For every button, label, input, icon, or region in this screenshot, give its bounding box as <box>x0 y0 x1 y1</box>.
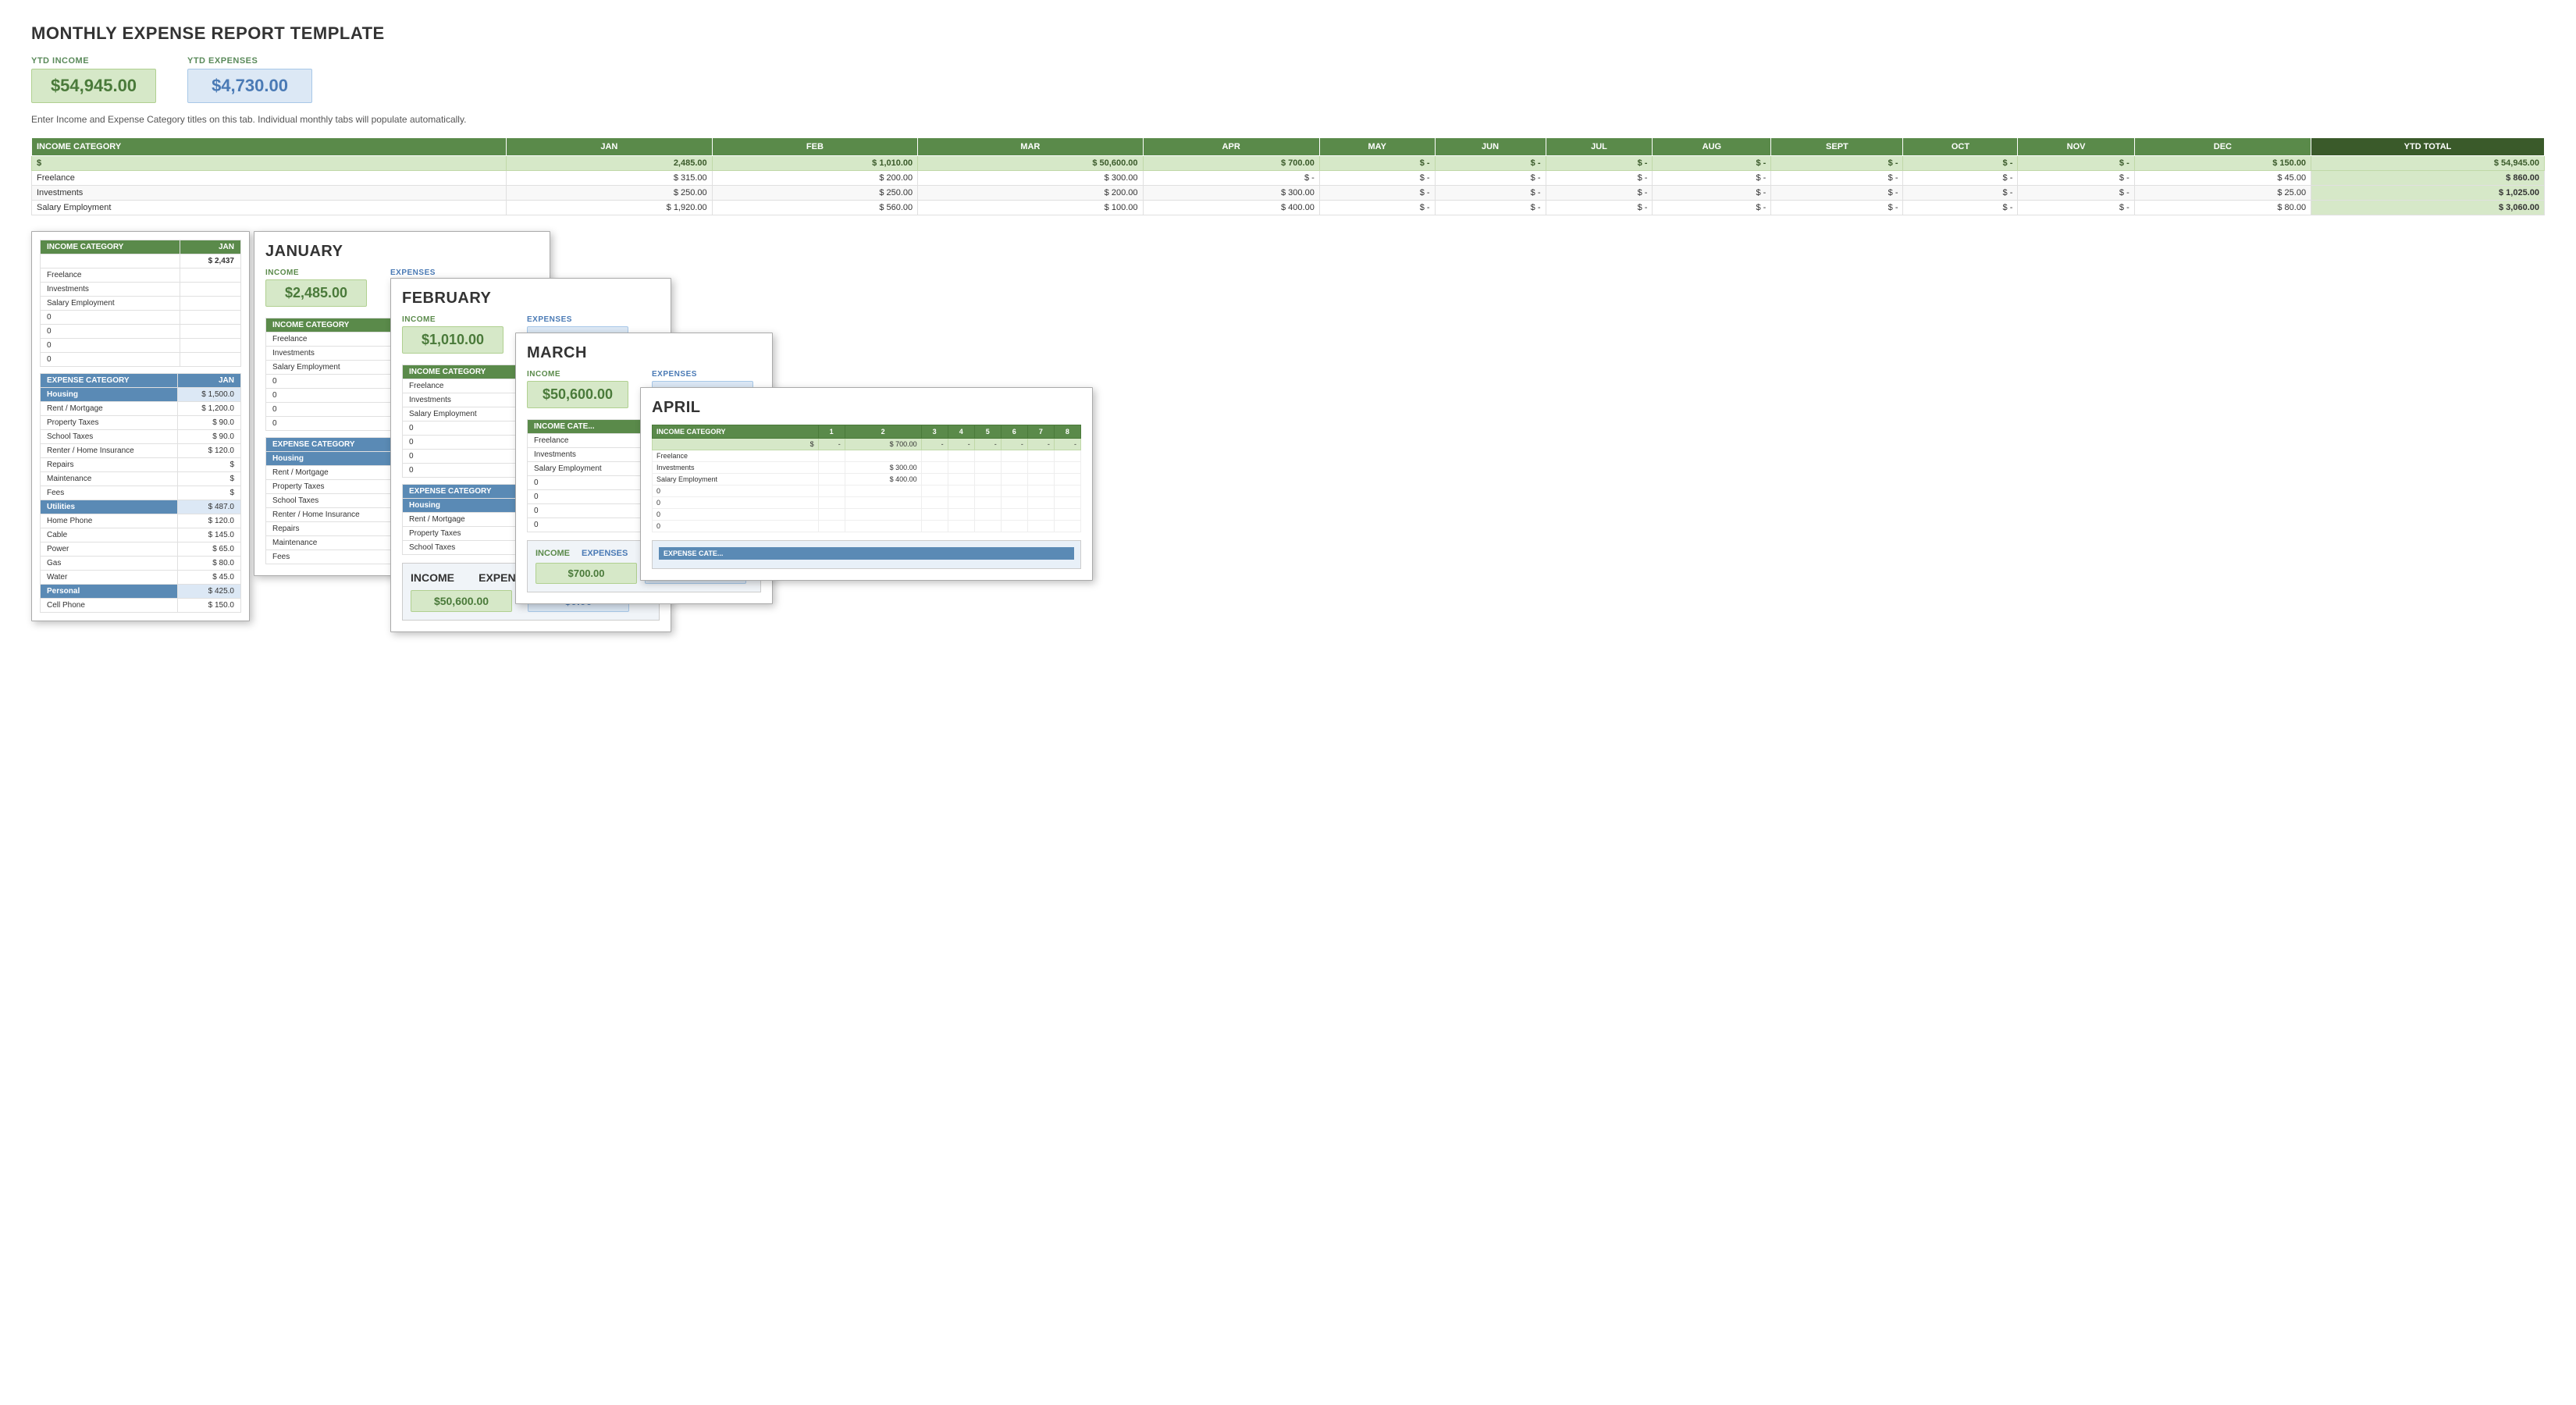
april-income-table: INCOME CATEGORY 1 2 3 4 5 6 7 8 <box>652 425 1081 532</box>
table-row: Investments $ 300.00 <box>653 462 1081 474</box>
left-expense-cat-header: EXPENSE CATEGORY <box>41 374 178 388</box>
income-header-row: INCOME CATEGORY JAN FEB MAR APR MAY JUN … <box>32 138 2545 156</box>
table-row: Investments $ 250.00 $ 250.00 $ 200.00 $… <box>32 186 2545 201</box>
ytd-total-header: YTD TOTAL <box>2311 138 2545 156</box>
april-summary: INCOME CATEGORY 1 2 3 4 5 6 7 8 <box>652 425 1081 532</box>
feb-inner-income-value: $50,600.00 <box>411 590 512 612</box>
ytd-row: YTD INCOME $54,945.00 YTD EXPENSES $4,73… <box>31 56 2545 103</box>
aug-header: AUG <box>1653 138 1771 156</box>
ytd-income-value: $54,945.00 <box>31 69 156 103</box>
table-row: 0 <box>653 497 1081 509</box>
table-row: Salary Employment $ 1,920.00 $ 560.00 $ … <box>32 201 2545 215</box>
ytd-expenses-value: $4,730.00 <box>187 69 312 103</box>
page-wrapper: MONTHLY EXPENSE REPORT TEMPLATE YTD INCO… <box>31 23 2545 816</box>
left-income-table: INCOME CATEGORYJAN $ 2,437 Freelance Inv… <box>40 240 241 367</box>
may-header: MAY <box>1319 138 1435 156</box>
january-title: JANUARY <box>265 243 539 261</box>
feb-income-value: $1,010.00 <box>402 326 503 354</box>
sept-header: SEPT <box>1771 138 1903 156</box>
feb-header: FEB <box>712 138 918 156</box>
main-panel: INCOME CATEGORYJAN $ 2,437 Freelance Inv… <box>31 231 250 621</box>
table-row: 0 <box>653 509 1081 521</box>
april-expense-cat-label: EXPENSE CATE... <box>659 547 1074 560</box>
jan-header: JAN <box>507 138 713 156</box>
ytd-expenses-label: YTD EXPENSES <box>187 56 312 66</box>
table-row: Freelance <box>653 450 1081 462</box>
ytd-expenses-block: YTD EXPENSES $4,730.00 <box>187 56 312 103</box>
income-table: INCOME CATEGORY JAN FEB MAR APR MAY JUN … <box>31 137 2545 215</box>
page-title: MONTHLY EXPENSE REPORT TEMPLATE <box>31 23 2545 44</box>
table-row: Freelance $ 315.00 $ 200.00 $ 300.00 $ -… <box>32 171 2545 186</box>
table-row: 0 <box>653 521 1081 532</box>
mar-header: MAR <box>918 138 1143 156</box>
march-income-value: $50,600.00 <box>527 381 628 408</box>
march-title: MARCH <box>527 344 761 362</box>
april-title: APRIL <box>652 399 1081 417</box>
ytd-income-label: YTD INCOME <box>31 56 156 66</box>
table-row: 0 <box>653 486 1081 497</box>
nov-header: NOV <box>2018 138 2134 156</box>
oct-header: OCT <box>1903 138 2018 156</box>
jul-header: JUL <box>1546 138 1653 156</box>
april-sheet: APRIL INCOME CATEGORY 1 2 3 4 5 6 7 <box>640 387 1093 581</box>
ytd-income-block: YTD INCOME $54,945.00 <box>31 56 156 103</box>
february-title: FEBRUARY <box>402 290 660 308</box>
jan-income-value: $2,485.00 <box>265 279 367 307</box>
table-row: Salary Employment $ 400.00 <box>653 474 1081 486</box>
income-table-wrapper: INCOME CATEGORY JAN FEB MAR APR MAY JUN … <box>31 137 2545 215</box>
apr-header: APR <box>1143 138 1319 156</box>
march-inner-income-value: $700.00 <box>535 563 637 584</box>
dec-header: DEC <box>2134 138 2311 156</box>
april-expense-partial: EXPENSE CATE... <box>652 540 1081 569</box>
sheets-container: INCOME CATEGORYJAN $ 2,437 Freelance Inv… <box>31 231 2545 816</box>
jun-header: JUN <box>1435 138 1546 156</box>
left-expense-table: EXPENSE CATEGORYJAN Housing$ 1,500.0 Ren… <box>40 373 241 613</box>
left-income-cat-header: INCOME CATEGORY <box>41 240 180 254</box>
income-totals-row: $ 2,485.00 $ 1,010.00 $ 50,600.00 $ 700.… <box>32 156 2545 171</box>
description-text: Enter Income and Expense Category titles… <box>31 114 2545 125</box>
income-category-header: INCOME CATEGORY <box>32 138 507 156</box>
